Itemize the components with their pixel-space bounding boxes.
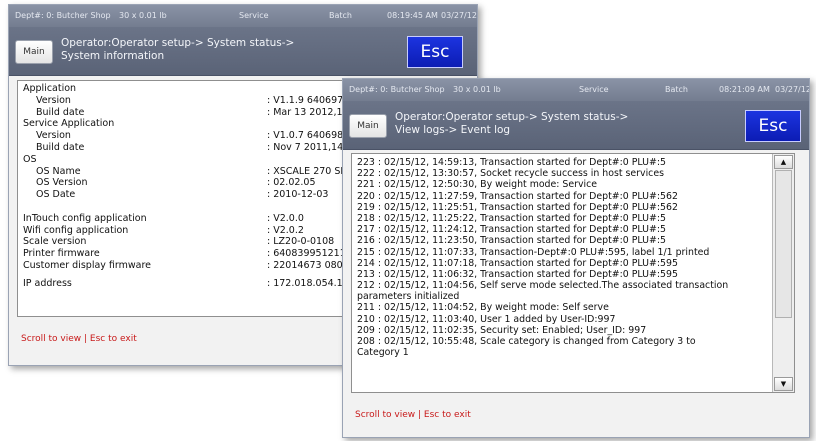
info-label: Printer firmware bbox=[23, 248, 100, 260]
department-label: Dept#: 0: Butcher Shop bbox=[349, 85, 445, 94]
info-value: : 640839951211 bbox=[267, 248, 346, 260]
info-label: Scale version bbox=[23, 236, 87, 248]
log-entry: 216 : 02/15/12, 11:23:50, Transaction st… bbox=[357, 235, 666, 247]
header: Main Operator:Operator setup-> System st… bbox=[9, 27, 477, 76]
vertical-scrollbar[interactable]: ▲ ▼ bbox=[772, 154, 794, 392]
info-label: InTouch config application bbox=[23, 212, 147, 224]
scroll-up-arrow-icon[interactable]: ▲ bbox=[774, 155, 793, 169]
log-entry: 221 : 02/15/12, 12:50:30, By weight mode… bbox=[357, 179, 598, 191]
breadcrumb-line-1: Operator:Operator setup-> System status-… bbox=[61, 37, 295, 49]
scroll-down-arrow-icon[interactable]: ▼ bbox=[774, 377, 793, 391]
breadcrumb-line-2: System information bbox=[61, 50, 165, 62]
scrollbar-thumb[interactable] bbox=[775, 170, 792, 318]
scale-capacity-label: 30 x 0.01 lb bbox=[119, 11, 167, 20]
footer-hint: Scroll to view | Esc to exit bbox=[355, 410, 471, 420]
log-entry: 212 : 02/15/12, 11:04:56, Self serve mod… bbox=[357, 280, 729, 292]
info-label: Wifi config application bbox=[23, 224, 129, 236]
main-button[interactable]: Main bbox=[349, 114, 387, 138]
date-label: 03/27/12 bbox=[775, 85, 810, 94]
info-label: Customer display firmware bbox=[23, 259, 152, 271]
info-label: Build date bbox=[36, 106, 85, 118]
log-entry: 223 : 02/15/12, 14:59:13, Transaction st… bbox=[357, 157, 666, 168]
log-entry: 211 : 02/15/12, 11:04:52, By weight mode… bbox=[357, 302, 609, 314]
log-entry: 222 : 02/15/12, 13:30:57, Socket recycle… bbox=[357, 168, 664, 180]
header: Main Operator:Operator setup-> System st… bbox=[343, 101, 809, 150]
log-entry: 218 : 02/15/12, 11:25:22, Transaction st… bbox=[357, 212, 666, 224]
log-entry: 209 : 02/15/12, 11:02:35, Security set: … bbox=[357, 324, 647, 336]
log-entry: Category 1 bbox=[357, 347, 409, 359]
section-heading: OS bbox=[23, 153, 37, 165]
scale-capacity-label: 30 x 0.01 lb bbox=[453, 85, 501, 94]
log-entry: parameters initialized bbox=[357, 291, 460, 303]
esc-button[interactable]: Esc bbox=[745, 110, 801, 142]
time-label: 08:21:09 AM bbox=[719, 85, 770, 94]
mode-label: Service bbox=[579, 85, 609, 94]
breadcrumb: Operator:Operator setup-> System status-… bbox=[61, 37, 294, 63]
breadcrumb-line-1: Operator:Operator setup-> System status-… bbox=[395, 111, 629, 123]
section-heading: Service Application bbox=[23, 118, 115, 130]
info-value: : 22014673 0809 bbox=[267, 259, 349, 271]
info-value: : LZ20-0-0108 bbox=[267, 236, 335, 248]
status-bar: Dept#: 0: Butcher Shop 30 x 0.01 lb Serv… bbox=[343, 79, 809, 101]
main-button[interactable]: Main bbox=[15, 40, 53, 64]
log-entry: 215 : 02/15/12, 11:07:33, Transaction-De… bbox=[357, 246, 710, 258]
event-log-panel[interactable]: 223 : 02/15/12, 14:59:13, Transaction st… bbox=[351, 153, 795, 393]
breadcrumb-line-2: View logs-> Event log bbox=[395, 124, 511, 136]
info-value: : 2010-12-03 bbox=[267, 189, 329, 201]
info-label: Version bbox=[36, 130, 71, 142]
time-label: 08:19:45 AM bbox=[387, 11, 438, 20]
log-entry: 208 : 02/15/12, 10:55:48, Scale category… bbox=[357, 336, 696, 347]
log-entry: 214 : 02/15/12, 11:07:18, Transaction st… bbox=[357, 257, 678, 269]
date-label: 03/27/12 bbox=[441, 11, 477, 20]
footer-hint: Scroll to view | Esc to exit bbox=[21, 334, 137, 344]
event-log-window: Dept#: 0: Butcher Shop 30 x 0.01 lb Serv… bbox=[342, 78, 810, 438]
batch-label: Batch bbox=[665, 85, 688, 94]
mode-label: Service bbox=[239, 11, 269, 20]
info-label: OS Name bbox=[36, 165, 81, 177]
esc-button[interactable]: Esc bbox=[407, 36, 463, 68]
log-entry: 219 : 02/15/12, 11:25:51, Transaction st… bbox=[357, 201, 678, 213]
info-label: OS Version bbox=[36, 177, 88, 189]
batch-label: Batch bbox=[329, 11, 352, 20]
log-entry: 220 : 02/15/12, 11:27:59, Transaction st… bbox=[357, 190, 678, 202]
log-entry: 217 : 02/15/12, 11:24:12, Transaction st… bbox=[357, 224, 666, 236]
event-log-list: 223 : 02/15/12, 14:59:13, Transaction st… bbox=[357, 157, 767, 358]
info-value: : 02.02.05 bbox=[267, 177, 316, 189]
info-label: Build date bbox=[36, 141, 85, 153]
info-label: IP address bbox=[23, 277, 72, 289]
info-value: : V2.0.2 bbox=[267, 224, 304, 236]
log-entry: 210 : 02/15/12, 11:03:40, User 1 added b… bbox=[357, 313, 616, 325]
status-bar: Dept#: 0: Butcher Shop 30 x 0.01 lb Serv… bbox=[9, 5, 477, 27]
info-label: Version bbox=[36, 94, 71, 106]
log-entry: 213 : 02/15/12, 11:06:32, Transaction st… bbox=[357, 268, 678, 280]
breadcrumb: Operator:Operator setup-> System status-… bbox=[395, 111, 628, 137]
info-value: : V2.0.0 bbox=[267, 212, 304, 224]
info-label: OS Date bbox=[36, 189, 76, 201]
department-label: Dept#: 0: Butcher Shop bbox=[15, 11, 111, 20]
info-value: : XSCALE 270 SBC bbox=[267, 165, 354, 177]
section-heading: Application bbox=[23, 83, 77, 94]
